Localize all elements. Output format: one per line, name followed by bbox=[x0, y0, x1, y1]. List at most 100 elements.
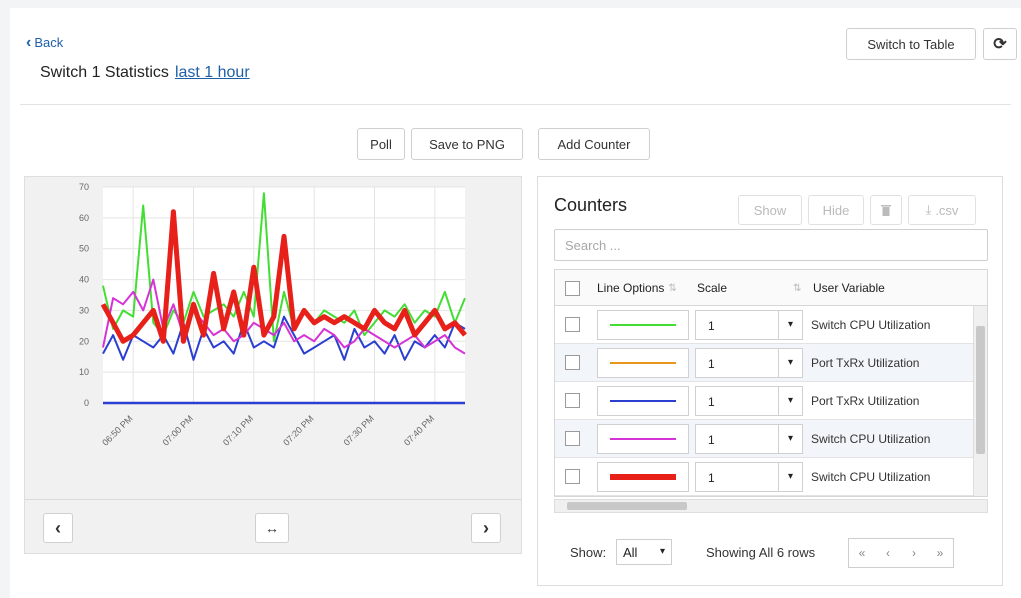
chevron-left-icon: ‹ bbox=[26, 34, 32, 51]
horizontal-arrows-icon: ↔ bbox=[265, 520, 279, 536]
next-page-button[interactable]: › bbox=[901, 539, 927, 567]
row-checkbox[interactable] bbox=[565, 469, 580, 484]
scale-value: 1 bbox=[708, 433, 715, 447]
delete-button[interactable] bbox=[870, 195, 902, 225]
scale-select[interactable]: 1 ▾ bbox=[695, 386, 803, 416]
y-tick-label: 20 bbox=[79, 336, 89, 346]
y-tick-label: 0 bbox=[84, 398, 89, 408]
x-tick-label: 07:00 PM bbox=[161, 413, 195, 447]
line-option-swatch[interactable] bbox=[597, 386, 689, 416]
line-chart: 0 10 20 30 40 50 60 70 06:50 PM 07:00 PM 07:10 PM 0… bbox=[79, 182, 467, 448]
poll-button[interactable]: Poll bbox=[357, 128, 405, 160]
table-row[interactable]: 1 ▾ Port TxRx Utilization bbox=[555, 382, 975, 420]
y-tick-label: 60 bbox=[79, 213, 89, 223]
x-tick-label: 07:20 PM bbox=[281, 413, 315, 447]
csv-label: .csv bbox=[935, 202, 959, 218]
hide-label: Hide bbox=[822, 202, 850, 218]
scale-select[interactable]: 1 ▾ bbox=[695, 424, 803, 454]
pagination: « ‹ › » bbox=[848, 538, 954, 568]
refresh-icon: ⟳ bbox=[993, 36, 1007, 53]
select-all-checkbox[interactable] bbox=[565, 280, 580, 296]
line-color-sample bbox=[610, 400, 676, 402]
back-link[interactable]: ‹ Back bbox=[26, 34, 63, 52]
search-input[interactable] bbox=[554, 229, 988, 261]
table-row[interactable]: 1 ▾ Switch CPU Utilization bbox=[555, 420, 975, 458]
switch-to-table-label: Switch to Table bbox=[867, 36, 955, 52]
y-tick-label: 30 bbox=[79, 305, 89, 315]
row-checkbox[interactable] bbox=[565, 431, 580, 446]
table-header: Line Options ⇅ Scale ⇅ User Variable bbox=[555, 270, 987, 306]
counters-title: Counters bbox=[554, 195, 628, 215]
column-header-user-variable[interactable]: User Variable bbox=[813, 270, 885, 306]
x-tick-label: 07:10 PM bbox=[221, 413, 255, 447]
chevron-right-icon: › bbox=[483, 517, 489, 538]
scale-select[interactable]: 1 ▾ bbox=[695, 348, 803, 378]
vertical-scrollbar-thumb[interactable] bbox=[976, 326, 985, 454]
poll-label: Poll bbox=[370, 136, 392, 152]
user-variable: Switch CPU Utilization bbox=[811, 318, 931, 332]
line-option-swatch[interactable] bbox=[597, 424, 689, 454]
csv-export-button[interactable]: ⤓ .csv bbox=[908, 195, 976, 225]
add-counter-button[interactable]: Add Counter bbox=[538, 128, 650, 160]
y-tick-label: 40 bbox=[79, 275, 89, 285]
dropdown-arrow-icon: ▾ bbox=[778, 349, 802, 377]
horizontal-scrollbar[interactable] bbox=[554, 499, 988, 513]
save-png-label: Save to PNG bbox=[429, 136, 505, 152]
user-variable: Port TxRx Utilization bbox=[811, 356, 920, 370]
page-title-text: Switch 1 Statistics bbox=[40, 64, 169, 81]
switch-to-table-button[interactable]: Switch to Table bbox=[846, 28, 976, 60]
row-checkbox[interactable] bbox=[565, 355, 580, 370]
table-row[interactable]: 1 ▾ Switch CPU Utilization bbox=[555, 306, 975, 344]
column-header-scale[interactable]: Scale ⇅ bbox=[697, 270, 801, 306]
line-color-sample bbox=[610, 438, 676, 440]
table-row[interactable]: 1 ▾ Switch CPU Utilization bbox=[555, 458, 975, 496]
line-color-sample bbox=[610, 362, 676, 364]
y-tick-label: 70 bbox=[79, 182, 89, 192]
chart-panel: 0 10 20 30 40 50 60 70 06:50 PM 07:00 PM 07:10 PM 0… bbox=[24, 176, 522, 554]
dropdown-arrow-icon: ▾ bbox=[778, 425, 802, 453]
scale-value: 1 bbox=[708, 395, 715, 409]
user-variable: Switch CPU Utilization bbox=[811, 432, 931, 446]
column-label: Line Options bbox=[597, 281, 665, 295]
period-link[interactable]: last 1 hour bbox=[175, 64, 250, 81]
last-page-button[interactable]: » bbox=[927, 539, 953, 567]
y-tick-label: 50 bbox=[79, 244, 89, 254]
first-page-button[interactable]: « bbox=[849, 539, 875, 567]
refresh-button[interactable]: ⟳ bbox=[983, 28, 1017, 60]
scale-select[interactable]: 1 ▾ bbox=[695, 462, 803, 492]
dropdown-arrow-icon: ▾ bbox=[659, 546, 665, 557]
back-label: Back bbox=[34, 35, 64, 50]
x-tick-label: 07:30 PM bbox=[342, 413, 376, 447]
line-option-swatch[interactable] bbox=[597, 348, 689, 378]
vertical-scrollbar[interactable] bbox=[973, 306, 987, 496]
line-option-swatch[interactable] bbox=[597, 462, 689, 492]
rows-per-page-value: All bbox=[623, 545, 638, 560]
scale-value: 1 bbox=[708, 357, 715, 371]
chevron-left-icon: ‹ bbox=[55, 517, 61, 538]
chart-next-button[interactable]: › bbox=[471, 513, 501, 543]
rows-per-page-select[interactable]: All ▾ bbox=[616, 539, 672, 565]
horizontal-scrollbar-thumb[interactable] bbox=[567, 502, 687, 510]
user-variable: Port TxRx Utilization bbox=[811, 394, 920, 408]
counters-panel: Counters Show Hide ⤓.csv Line Options⇅ bbox=[537, 176, 1003, 586]
dropdown-arrow-icon: ▾ bbox=[778, 311, 802, 339]
scale-select[interactable]: 1 ▾ bbox=[695, 310, 803, 340]
hide-button[interactable]: Hide bbox=[808, 195, 864, 225]
page: ‹ Back Switch 1 Statistics last 1 hour Swi… bbox=[10, 8, 1021, 598]
table-row[interactable]: 1 ▾ Port TxRx Utilization bbox=[555, 344, 975, 382]
user-variable: Switch CPU Utilization bbox=[811, 470, 931, 484]
line-color-sample bbox=[610, 474, 676, 480]
column-header-line-options[interactable]: Line Options ⇅ bbox=[597, 270, 677, 306]
line-option-swatch[interactable] bbox=[597, 310, 689, 340]
show-button[interactable]: Show bbox=[738, 195, 802, 225]
save-png-button[interactable]: Save to PNG bbox=[411, 128, 523, 160]
chart-reset-zoom-button[interactable]: ↔ bbox=[255, 513, 289, 543]
header-divider bbox=[20, 104, 1011, 105]
prev-page-button[interactable]: ‹ bbox=[875, 539, 901, 567]
row-checkbox[interactable] bbox=[565, 393, 580, 408]
trash-icon bbox=[881, 205, 891, 216]
chart-prev-button[interactable]: ‹ bbox=[43, 513, 73, 543]
show-label: Show bbox=[753, 202, 787, 218]
add-counter-label: Add Counter bbox=[557, 136, 631, 152]
row-checkbox[interactable] bbox=[565, 317, 580, 332]
